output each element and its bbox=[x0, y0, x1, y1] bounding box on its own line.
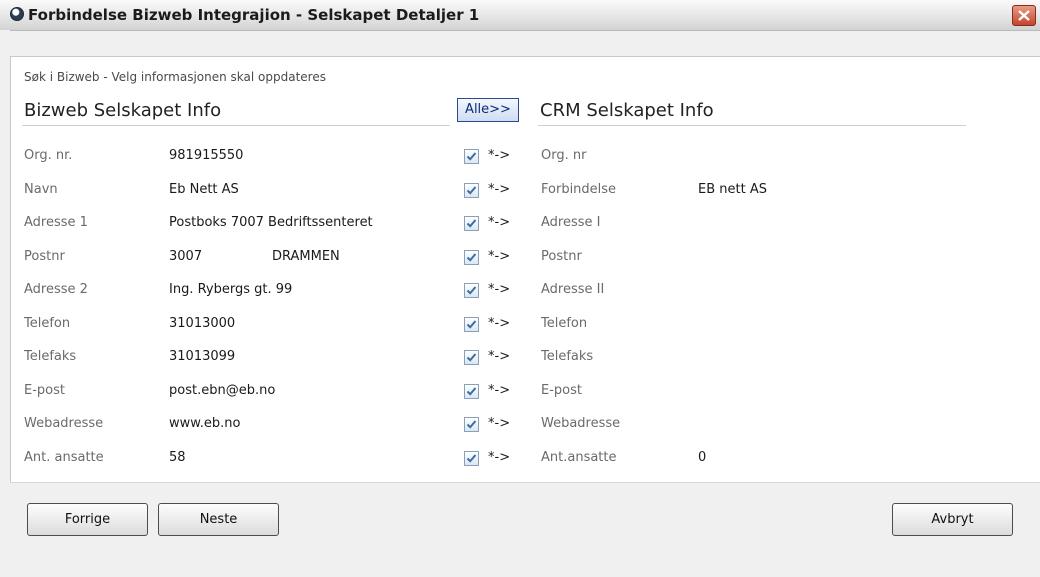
checkmark-icon bbox=[466, 253, 477, 262]
field-value: 31013099 bbox=[169, 349, 236, 364]
crm-field-label: Adresse I bbox=[541, 215, 601, 230]
copy-arrow: *-> bbox=[488, 349, 511, 364]
checkmark-icon bbox=[466, 186, 477, 195]
dialog-window: Forbindelse Bizweb Integrajion - Selskap… bbox=[0, 0, 1040, 577]
bizweb-info-header: Bizweb Selskapet Info bbox=[24, 100, 222, 121]
cancel-button[interactable]: Avbryt bbox=[892, 503, 1013, 536]
crm-field-label: Telefaks bbox=[541, 349, 594, 364]
field-value: 3007 bbox=[169, 249, 203, 264]
crm-field-value: 0 bbox=[698, 450, 707, 465]
copy-arrow: *-> bbox=[488, 282, 511, 297]
update-checkbox[interactable] bbox=[464, 250, 479, 265]
checkmark-icon bbox=[466, 152, 477, 161]
field-label: Telefaks bbox=[24, 349, 77, 364]
copy-arrow: *-> bbox=[488, 215, 511, 230]
select-all-button[interactable]: Alle>> bbox=[457, 98, 519, 122]
field-label: Telefon bbox=[24, 316, 71, 331]
field-label: E-post bbox=[24, 383, 65, 398]
crm-field-label: E-post bbox=[541, 383, 582, 398]
update-checkbox[interactable] bbox=[464, 317, 479, 332]
close-button[interactable] bbox=[1012, 5, 1036, 26]
checkmark-icon bbox=[466, 420, 477, 429]
copy-arrow: *-> bbox=[488, 383, 511, 398]
checkmark-icon bbox=[466, 286, 477, 295]
crm-field-label: Org. nr bbox=[541, 148, 587, 163]
field-value: 58 bbox=[169, 450, 186, 465]
field-label: Adresse 2 bbox=[24, 282, 88, 297]
field-value: Eb Nett AS bbox=[169, 182, 239, 197]
field-value-city: DRAMMEN bbox=[272, 249, 340, 264]
field-value: www.eb.no bbox=[169, 416, 241, 431]
update-checkbox[interactable] bbox=[464, 451, 479, 466]
update-checkbox[interactable] bbox=[464, 384, 479, 399]
checkmark-icon bbox=[466, 219, 477, 228]
field-label: Org. nr. bbox=[24, 148, 73, 163]
checkmark-icon bbox=[466, 387, 477, 396]
checkmark-icon bbox=[466, 454, 477, 463]
field-label: Adresse 1 bbox=[24, 215, 88, 230]
copy-arrow: *-> bbox=[488, 450, 511, 465]
update-checkbox[interactable] bbox=[464, 283, 479, 298]
copy-arrow: *-> bbox=[488, 182, 511, 197]
crm-field-label: Ant.ansatte bbox=[541, 450, 617, 465]
title-bar[interactable]: Forbindelse Bizweb Integrajion - Selskap… bbox=[0, 0, 1040, 31]
copy-arrow: *-> bbox=[488, 148, 511, 163]
copy-arrow: *-> bbox=[488, 316, 511, 331]
field-label: Ant. ansatte bbox=[24, 450, 104, 465]
window-title: Forbindelse Bizweb Integrajion - Selskap… bbox=[28, 6, 480, 24]
crm-field-label: Postnr bbox=[541, 249, 582, 264]
field-value: Ing. Rybergs gt. 99 bbox=[169, 282, 293, 297]
close-icon bbox=[1018, 10, 1030, 21]
window-left-edge bbox=[0, 30, 10, 577]
update-checkbox[interactable] bbox=[464, 183, 479, 198]
field-value: Postboks 7007 Bedriftssenteret bbox=[169, 215, 373, 230]
update-checkbox[interactable] bbox=[464, 350, 479, 365]
update-checkbox[interactable] bbox=[464, 149, 479, 164]
app-globe-icon bbox=[10, 7, 24, 21]
crm-field-label: Adresse II bbox=[541, 282, 605, 297]
field-label: Webadresse bbox=[24, 416, 104, 431]
update-checkbox[interactable] bbox=[464, 216, 479, 231]
footer-separator bbox=[10, 482, 1040, 483]
next-button[interactable]: Neste bbox=[158, 503, 279, 536]
crm-field-label: Telefon bbox=[541, 316, 588, 331]
checkmark-icon bbox=[466, 353, 477, 362]
instruction-text: Søk i Bizweb - Velg informasjonen skal o… bbox=[24, 70, 326, 84]
field-label: Postnr bbox=[24, 249, 65, 264]
checkmark-icon bbox=[466, 320, 477, 329]
copy-arrow: *-> bbox=[488, 249, 511, 264]
field-value: post.ebn@eb.no bbox=[169, 383, 276, 398]
previous-button[interactable]: Forrige bbox=[27, 503, 148, 536]
crm-field-label: Forbindelse bbox=[541, 182, 617, 197]
crm-field-value: EB nett AS bbox=[698, 182, 767, 197]
update-checkbox[interactable] bbox=[464, 417, 479, 432]
crm-info-header: CRM Selskapet Info bbox=[540, 100, 714, 121]
copy-arrow: *-> bbox=[488, 416, 511, 431]
field-value: 981915550 bbox=[169, 148, 244, 163]
field-label: Navn bbox=[24, 182, 58, 197]
crm-field-label: Webadresse bbox=[541, 416, 621, 431]
crm-header-divider bbox=[538, 125, 966, 126]
bizweb-header-divider bbox=[22, 125, 450, 126]
field-value: 31013000 bbox=[169, 316, 236, 331]
